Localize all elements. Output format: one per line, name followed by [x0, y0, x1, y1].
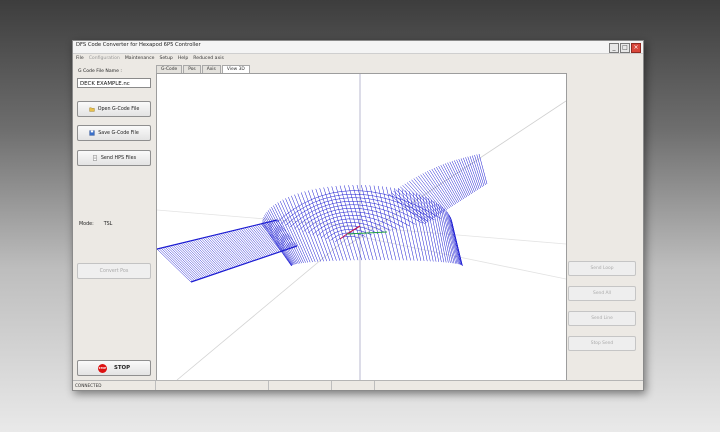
tunnel-mesh-line: [474, 154, 485, 187]
dome-mesh-line: [422, 195, 437, 262]
menu-bar: File Configuration Maintenance Setup Hel…: [73, 54, 643, 62]
dome-mesh-line: [262, 218, 293, 266]
status-bar: CONNECTED: [73, 380, 643, 390]
minimize-button[interactable]: _: [609, 43, 619, 53]
tab-gcode[interactable]: G-Code: [156, 65, 183, 73]
dome-mesh-line: [361, 184, 382, 261]
strip-mesh-line: [192, 240, 223, 272]
send-line-button[interactable]: Send Line: [568, 311, 636, 326]
strip-mesh-line: [228, 231, 255, 261]
stop-label: STOP: [113, 365, 131, 371]
open-gcode-button[interactable]: Open G-Code File: [77, 101, 151, 117]
status-cell-5: [375, 381, 643, 390]
strip-mesh-line: [194, 239, 225, 271]
strip-mesh-line: [196, 239, 227, 271]
tunnel-mesh-line: [422, 173, 449, 210]
strip-mesh-line: [236, 229, 262, 259]
strip-mesh-line: [230, 230, 257, 260]
tunnel-mesh-line: [411, 179, 441, 215]
dome-mesh-line: [275, 203, 304, 264]
wireframe-mesh: [157, 153, 488, 283]
strip-mesh-line: [168, 245, 202, 279]
strip-mesh-line: [238, 229, 264, 258]
tab-axis[interactable]: Axis: [201, 65, 221, 73]
window-controls: _ □ ×: [609, 43, 641, 53]
strip-mesh-line: [166, 246, 201, 280]
tab-view-3d[interactable]: View 3D: [221, 65, 250, 73]
mode-indicator: Mode: TSL: [79, 222, 112, 227]
convert-label: Convert Pos: [99, 268, 129, 274]
save-icon: [89, 130, 95, 136]
dome-mesh-line: [311, 189, 337, 261]
tab-pos[interactable]: Pos: [183, 65, 201, 73]
menu-configuration[interactable]: Configuration: [89, 56, 120, 61]
status-cell-2: [156, 381, 269, 390]
convert-button[interactable]: Convert Pos: [77, 263, 151, 279]
save-gcode-label: Save G-Code File: [98, 130, 139, 136]
file-name-label: G Code File Name :: [78, 69, 122, 74]
strip-mesh-line: [198, 238, 229, 270]
menu-help[interactable]: Help: [178, 56, 188, 61]
strip-mesh-line: [234, 229, 261, 259]
menu-reduced-axis[interactable]: Reduced axis: [193, 56, 224, 61]
menu-setup[interactable]: Setup: [159, 56, 172, 61]
strip-mesh-line: [164, 246, 199, 280]
close-button[interactable]: ×: [631, 43, 641, 53]
strip-mesh-line: [200, 238, 231, 269]
send-hps-label: Send HPS Files: [100, 155, 137, 161]
send-loop-button[interactable]: Send Loop: [568, 261, 636, 276]
status-cell-4: [332, 381, 375, 390]
status-cell-3: [269, 381, 332, 390]
view-tabs: G-Code Pos Axis View 3D: [156, 65, 251, 73]
strip-mesh-line: [190, 240, 222, 272]
mode-label: Mode:: [79, 222, 94, 227]
3d-viewport[interactable]: [156, 73, 567, 381]
title-bar: DFS Code Converter for Hexapod 6P5 Contr…: [73, 41, 643, 54]
app-window: DFS Code Converter for Hexapod 6P5 Contr…: [72, 40, 644, 391]
diagonal-axis-line: [346, 100, 566, 247]
document-icon: [92, 155, 97, 161]
strip-mesh-line: [160, 247, 195, 281]
tunnel-mesh-line: [451, 161, 469, 197]
send-hps-button[interactable]: Send HPS Files: [77, 150, 151, 166]
strip-mesh-line: [172, 244, 206, 278]
mode-value: TSL: [103, 222, 113, 227]
stop-sign-icon: STOP: [97, 363, 107, 373]
send-all-button[interactable]: Send All: [568, 286, 636, 301]
left-panel: G Code File Name : DECK EXAMPLE.nc Open …: [73, 65, 155, 388]
strip-mesh-line: [232, 230, 259, 260]
menu-file[interactable]: File: [76, 56, 84, 61]
dome-mesh-line: [373, 185, 393, 261]
open-gcode-label: Open G-Code File: [97, 106, 140, 112]
stop-button[interactable]: STOP STOP: [77, 360, 151, 376]
3d-scene: [157, 74, 566, 380]
menu-maintenance[interactable]: Maintenance: [125, 56, 155, 61]
dome-mesh-line: [348, 185, 370, 261]
window-title: DFS Code Converter for Hexapod 6P5 Contr…: [76, 42, 201, 48]
save-gcode-button[interactable]: Save G-Code File: [77, 125, 151, 141]
strip-mesh-line: [170, 245, 204, 278]
stop-send-button[interactable]: Stop Send: [568, 336, 636, 351]
maximize-button[interactable]: □: [620, 43, 630, 53]
dome-mesh-line: [397, 188, 415, 261]
status-connection: CONNECTED: [73, 381, 156, 390]
folder-open-icon: [89, 107, 95, 112]
strip-mesh-line: [162, 247, 197, 281]
file-name-field[interactable]: DECK EXAMPLE.nc: [77, 78, 151, 88]
